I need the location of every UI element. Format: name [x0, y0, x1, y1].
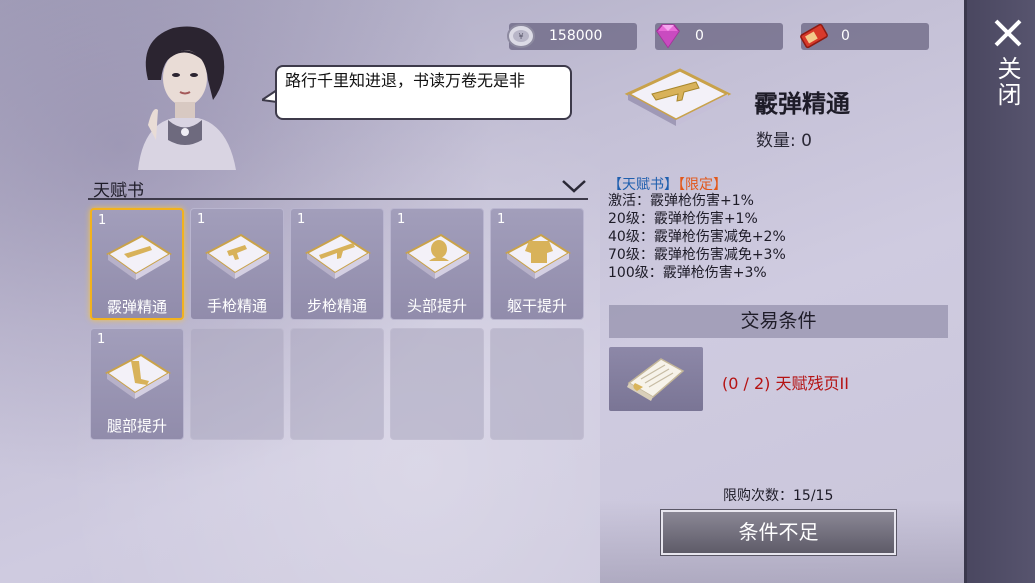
diamond-amount: 0 — [695, 28, 704, 44]
tag-talent-book: 【天赋书】 — [608, 177, 678, 193]
item-name: 头部提升 — [406, 297, 467, 315]
item-name: 霰弹精通 — [106, 298, 167, 316]
chevron-down-icon[interactable] — [560, 176, 588, 196]
item-count: 1 — [297, 212, 306, 227]
item-count: 1 — [497, 212, 506, 227]
close-icon[interactable] — [993, 18, 1023, 48]
category-divider — [88, 198, 588, 200]
requirement-item[interactable] — [609, 347, 703, 411]
talent-book-rifle-icon — [305, 233, 371, 279]
purchase-limit: 限购次数：15/15 — [723, 488, 834, 504]
talent-book-torso-icon — [505, 233, 571, 279]
requirement-text: (0 / 2) 天赋残页II — [722, 374, 849, 393]
silver-coin-icon: ¥ — [507, 24, 535, 48]
talent-book-leg-icon — [105, 353, 171, 399]
item-slot-head-boost[interactable]: 1 头部提升 — [390, 208, 484, 320]
trade-conditions-header: 交易条件 — [609, 305, 948, 338]
item-count: 1 — [397, 212, 406, 227]
item-tags: 【天赋书】【限定】 — [608, 174, 727, 194]
talent-page-icon — [627, 358, 685, 401]
item-name: 躯干提升 — [506, 297, 567, 315]
close-label[interactable]: 关闭 — [991, 56, 1025, 108]
currency-ticket: 0 — [800, 23, 929, 50]
empty-slot — [190, 328, 284, 440]
item-slot-torso-boost[interactable]: 1 躯干提升 — [490, 208, 584, 320]
ticket-icon — [800, 23, 828, 49]
close-panel[interactable]: 关闭 — [964, 0, 1035, 583]
effect-line: 70级：霰弹枪伤害减免+3% — [608, 247, 786, 263]
item-count: 1 — [97, 332, 106, 347]
empty-slot — [290, 328, 384, 440]
empty-slot — [390, 328, 484, 440]
item-name: 手枪精通 — [206, 297, 267, 315]
item-name: 步枪精通 — [306, 297, 367, 315]
talent-book-shotgun-icon — [106, 234, 172, 280]
currency-silver: ¥ 158000 — [507, 23, 637, 50]
currency-diamond: 0 — [655, 23, 783, 50]
diamond-icon — [656, 24, 680, 49]
effect-line: 激活：霰弹枪伤害+1% — [608, 193, 754, 209]
talent-book-head-icon — [405, 233, 471, 279]
ticket-amount: 0 — [841, 28, 850, 44]
svg-text:¥: ¥ — [518, 32, 523, 41]
effect-line: 40级：霰弹枪伤害减免+2% — [608, 229, 786, 245]
npc-portrait — [138, 26, 236, 170]
item-count: 1 — [197, 212, 206, 227]
speech-bubble: 路行千里知进退，书读万卷无是非 — [275, 65, 572, 120]
item-count: 1 — [98, 213, 107, 228]
empty-slot — [490, 328, 584, 440]
item-slot-leg-boost[interactable]: 1 腿部提升 — [90, 328, 184, 440]
item-name: 腿部提升 — [106, 417, 167, 435]
item-slot-rifle-mastery[interactable]: 1 步枪精通 — [290, 208, 384, 320]
effect-line: 20级：霰弹枪伤害+1% — [608, 211, 758, 227]
silver-amount: 158000 — [549, 28, 603, 44]
selected-item-quantity: 数量: 0 — [756, 131, 812, 151]
effect-list: 激活：霰弹枪伤害+1% 20级：霰弹枪伤害+1% 40级：霰弹枪伤害减免+2% … — [608, 192, 786, 282]
item-slot-shotgun-mastery[interactable]: 1 霰弹精通 — [90, 208, 184, 320]
buy-button-disabled[interactable]: 条件不足 — [660, 509, 897, 556]
effect-line: 100级：霰弹枪伤害+3% — [608, 265, 767, 281]
tag-limited: 【限定】 — [678, 177, 727, 193]
talent-book-pistol-icon — [205, 233, 271, 279]
item-slot-pistol-mastery[interactable]: 1 手枪精通 — [190, 208, 284, 320]
selected-item-icon — [624, 68, 732, 126]
selected-item-name: 霰弹精通 — [754, 90, 850, 118]
